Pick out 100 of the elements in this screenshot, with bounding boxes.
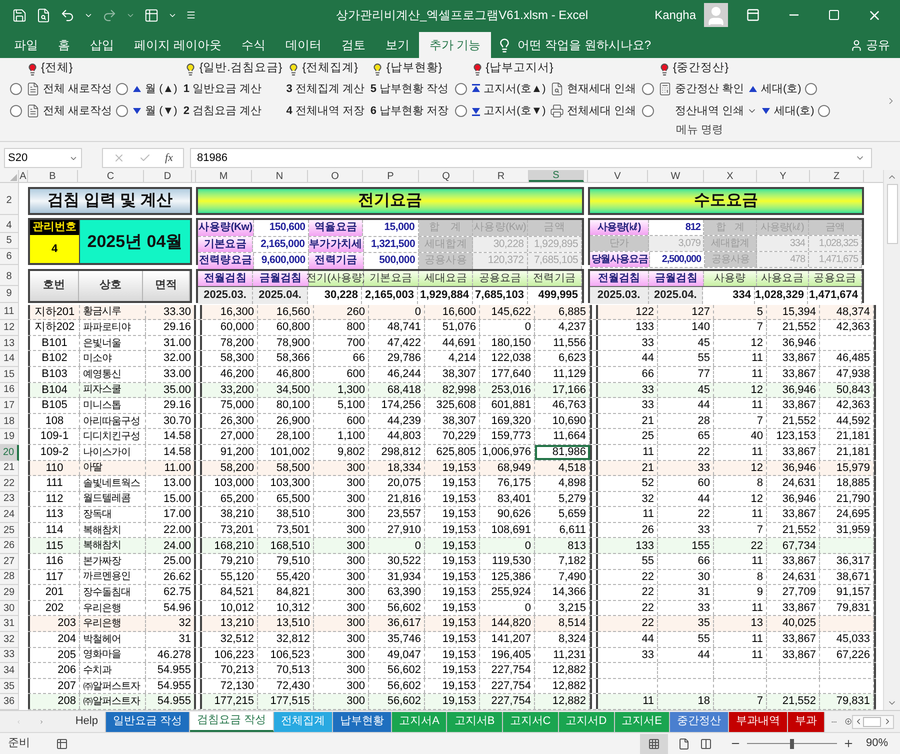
ribbon-command[interactable]: 5 납부현황 작성 bbox=[368, 79, 451, 99]
row-header[interactable]: 34 bbox=[0, 663, 19, 679]
radio-button[interactable] bbox=[10, 105, 22, 117]
column-header[interactable]: Z bbox=[810, 170, 864, 182]
row-header[interactable]: 21 bbox=[0, 460, 19, 476]
column-header[interactable]: S bbox=[529, 170, 584, 182]
row-header[interactable]: 2 bbox=[0, 186, 19, 215]
row-header[interactable]: 13 bbox=[0, 336, 19, 352]
row-header[interactable]: 16 bbox=[0, 382, 19, 398]
ribbon-command[interactable]: 월 (▼) bbox=[130, 101, 180, 121]
ribbon-command[interactable]: 전체세대 인쇄 bbox=[548, 101, 638, 121]
column-header[interactable]: Q bbox=[419, 170, 474, 182]
ribbon-tab[interactable]: 데이터 bbox=[275, 32, 332, 58]
row-header[interactable]: 32 bbox=[0, 632, 19, 648]
name-box[interactable]: S20 bbox=[4, 148, 82, 168]
customize-icon[interactable] bbox=[186, 10, 196, 20]
ribbon-command[interactable]: 3 전체집계 계산 bbox=[284, 79, 366, 99]
zoom-in-icon[interactable] bbox=[842, 738, 854, 749]
column-header[interactable]: D bbox=[144, 170, 192, 182]
formula-field[interactable]: 81986 bbox=[190, 148, 872, 168]
row-header[interactable]: 24 bbox=[0, 507, 19, 523]
row-header[interactable]: 23 bbox=[0, 492, 19, 508]
column-header[interactable]: V bbox=[588, 170, 648, 182]
row-header[interactable]: 12 bbox=[0, 320, 19, 336]
row-header[interactable]: 8 bbox=[0, 268, 19, 286]
column-header[interactable]: O bbox=[308, 170, 363, 182]
ribbon-command[interactable]: 고지서(호▼) bbox=[468, 101, 548, 121]
ribbon-command[interactable]: 월 (▲) bbox=[130, 79, 180, 99]
ribbon-tab[interactable]: 추가 기능 bbox=[419, 32, 491, 58]
ribbon-command[interactable]: 고지서(호▲) bbox=[468, 79, 548, 99]
row-header[interactable]: 29 bbox=[0, 585, 19, 601]
column-header[interactable]: P bbox=[363, 170, 419, 182]
macro-record-icon[interactable] bbox=[56, 738, 68, 750]
row-header[interactable]: 15 bbox=[0, 366, 19, 383]
column-header[interactable]: N bbox=[252, 170, 308, 182]
share-button[interactable]: 공유 bbox=[866, 36, 890, 54]
column-header[interactable]: M bbox=[196, 170, 252, 182]
zoom-level[interactable]: 90% bbox=[866, 735, 888, 752]
ribbon-display-icon[interactable] bbox=[746, 8, 760, 22]
ribbon-command[interactable]: 6 납부현황 저장 bbox=[368, 101, 451, 121]
radio-button[interactable] bbox=[642, 83, 654, 95]
ribbon-command[interactable]: 전체 새로작성 bbox=[24, 79, 114, 99]
ribbon-command[interactable]: 세대(호) bbox=[746, 79, 804, 99]
radio-button[interactable] bbox=[10, 83, 22, 95]
ribbon-tab[interactable]: 파일 bbox=[4, 32, 48, 58]
ribbon-command[interactable]: 1 일반요금 계산 bbox=[181, 79, 264, 99]
column-header[interactable]: A bbox=[19, 170, 28, 182]
column-header[interactable]: C bbox=[78, 170, 144, 182]
ribbon-tab[interactable]: 홈 bbox=[48, 32, 80, 58]
row-header[interactable]: 33 bbox=[0, 648, 19, 664]
column-header[interactable]: X bbox=[704, 170, 757, 182]
radio-button[interactable] bbox=[805, 83, 818, 95]
radio-button[interactable] bbox=[454, 83, 467, 95]
row-header[interactable]: 14 bbox=[0, 351, 19, 367]
undo-icon[interactable] bbox=[60, 8, 75, 22]
column-header[interactable]: Y bbox=[757, 170, 810, 182]
ribbon-command[interactable]: 세대(호) bbox=[758, 101, 816, 121]
scroll-thumb[interactable] bbox=[886, 184, 898, 244]
ribbon-command[interactable]: 전체 새로작성 bbox=[24, 101, 114, 121]
row-header[interactable]: 9 bbox=[0, 286, 19, 303]
tell-me-field[interactable]: 어떤 작업을 원하시나요? bbox=[518, 36, 652, 54]
row-header[interactable]: 27 bbox=[0, 554, 19, 570]
ribbon-command[interactable]: 중간정산 확인 bbox=[656, 79, 746, 99]
row-header[interactable]: 5 bbox=[0, 233, 19, 250]
table-icon[interactable] bbox=[144, 8, 159, 22]
sheet-tab[interactable]: 일반요금 작성 bbox=[106, 712, 190, 732]
radio-button[interactable] bbox=[116, 83, 128, 95]
row-header[interactable]: 25 bbox=[0, 522, 19, 538]
row-header[interactable]: 28 bbox=[0, 570, 19, 586]
sheet-tab[interactable]: 납부현황 bbox=[333, 712, 392, 732]
normal-view-button[interactable] bbox=[640, 734, 668, 754]
save-icon[interactable] bbox=[12, 8, 27, 22]
ribbon-command[interactable]: 정산내역 인쇄 bbox=[656, 101, 759, 121]
row-header[interactable]: 22 bbox=[0, 476, 19, 492]
row-header[interactable]: 6 bbox=[0, 249, 19, 265]
sheet-tab[interactable]: 중간정산 bbox=[670, 712, 729, 732]
ribbon-command[interactable]: 2 검침요금 계산 bbox=[181, 101, 264, 121]
sheet-tab[interactable]: 검침요금 작성 bbox=[190, 712, 274, 732]
ribbon-tab[interactable]: 검토 bbox=[331, 32, 376, 58]
row-header[interactable]: 4 bbox=[0, 218, 19, 234]
zoom-slider[interactable] bbox=[746, 738, 837, 748]
column-header[interactable]: B bbox=[28, 170, 78, 182]
ribbon-tab[interactable]: 수식 bbox=[231, 32, 276, 58]
zoom-thumb[interactable] bbox=[790, 738, 794, 748]
row-header[interactable]: 26 bbox=[0, 538, 19, 554]
row-header[interactable]: 20 bbox=[0, 444, 19, 460]
row-header[interactable]: 18 bbox=[0, 414, 19, 430]
ribbon-tab[interactable]: 보기 bbox=[375, 32, 420, 58]
row-header[interactable]: 35 bbox=[0, 678, 19, 694]
row-header[interactable]: 36 bbox=[0, 694, 19, 710]
column-header[interactable]: W bbox=[648, 170, 704, 182]
page-layout-icon[interactable] bbox=[678, 738, 690, 750]
ribbon-tab[interactable]: 삽입 bbox=[80, 32, 124, 58]
row-header[interactable]: 17 bbox=[0, 398, 19, 414]
row-header[interactable]: 31 bbox=[0, 616, 19, 632]
sheet-tab[interactable]: 부과내역 bbox=[729, 712, 788, 732]
print-preview-icon[interactable] bbox=[36, 8, 51, 22]
row-header[interactable]: 30 bbox=[0, 600, 19, 616]
radio-button[interactable] bbox=[454, 105, 467, 117]
maximize-icon[interactable] bbox=[828, 9, 840, 21]
